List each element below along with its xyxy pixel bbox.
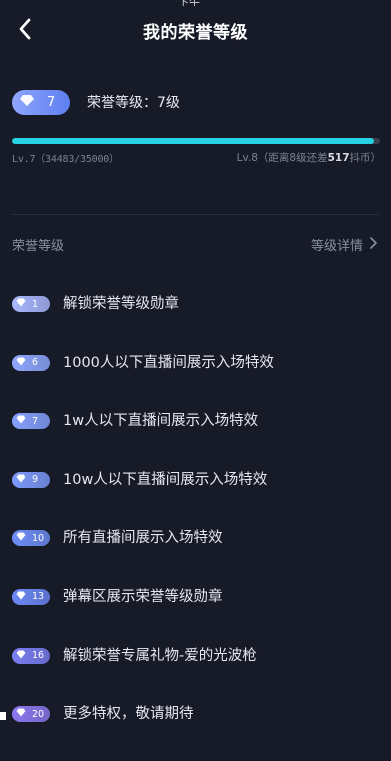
level-badge-number: 20 [32,708,45,720]
privilege-item: 9 10w人以下直播间展示入场特效 [12,468,382,527]
nav-bar: 我的荣誉等级 [0,10,391,54]
privilege-item: 20 更多特权，敬请期待 [12,702,382,761]
progress-next-suffix: 抖币） [349,152,382,164]
level-badge-number: 10 [32,532,45,544]
level-badge-number: 16 [32,650,45,662]
divider [12,214,379,215]
level-detail-link[interactable]: 等级详情 [311,235,377,254]
current-level-label: 荣誉等级：7级 [87,95,180,111]
chevron-right-icon [363,236,377,253]
progress-next-prefix: Lv.8（距离8级还差 [236,152,328,164]
level-progress-fill [12,138,375,144]
privilege-text: 弹幕区展示荣誉等级勋章 [63,588,223,605]
diamond-icon [16,298,26,310]
level-badge: 1 [12,296,50,312]
bottom-edge-mark [0,712,6,720]
progress-remaining-amount: 517 [327,152,350,164]
privilege-item: 13 弹幕区展示荣誉等级勋章 [12,585,382,644]
diamond-icon [16,591,26,603]
diamond-icon [19,94,35,111]
diamond-icon [16,357,26,369]
section-title: 荣誉等级 [12,239,65,254]
section-header: 荣誉等级 等级详情 [12,235,377,255]
progress-next-text: Lv.8（距离8级还差517抖币） [237,150,381,165]
privilege-text: 更多特权，敬请期待 [63,706,194,723]
privilege-text: 1w人以下直播间展示入场特效 [63,413,259,430]
level-badge: 16 [12,647,50,664]
level-badge: 10 [12,530,50,547]
level-badge: 7 [12,413,50,430]
privilege-text: 解锁荣誉专属礼物-爱的光波枪 [63,647,257,664]
page-title: 我的荣誉等级 [143,23,248,43]
level-badge: 6 [12,354,50,371]
progress-current-text: Lv.7（34483/35000） [12,154,119,165]
diamond-icon [16,650,26,662]
level-badge-number: 7 [47,94,56,110]
level-progress-bar [12,138,380,144]
privilege-text: 所有直播间展示入场特效 [63,530,223,547]
level-badge-number: 9 [32,474,39,486]
privilege-item: 16 解锁荣誉专属礼物-爱的光波枪 [12,644,382,703]
diamond-icon [16,708,26,720]
level-badge: 13 [12,588,50,605]
current-level-row: 7 荣誉等级：7级 [12,89,180,115]
privilege-item: 1 解锁荣誉等级勋章 [12,292,382,351]
level-badge-number: 13 [32,591,45,603]
level-badge: 7 [12,89,70,115]
diamond-icon [16,474,26,486]
level-badge-number: 7 [32,415,39,427]
diamond-icon [16,415,26,427]
diamond-icon [16,532,26,544]
level-detail-label: 等级详情 [310,239,363,254]
privilege-list: 1 解锁荣誉等级勋章 6 1000人以下直播间展示入场特效 7 1w人以下直播间展示入场特… [12,292,382,761]
privilege-item: 6 1000人以下直播间展示入场特效 [12,351,382,410]
privilege-text: 1000人以下直播间展示入场特效 [63,354,274,371]
level-badge: 9 [12,471,50,488]
status-time-fragment: 下午 [178,0,200,6]
privilege-item: 7 1w人以下直播间展示入场特效 [12,409,382,468]
level-badge-number: 1 [32,298,39,310]
level-badge-number: 6 [32,357,39,369]
privilege-item: 10 所有直播间展示入场特效 [12,526,382,585]
privilege-text: 10w人以下直播间展示入场特效 [63,471,268,488]
privilege-text: 解锁荣誉等级勋章 [63,296,179,312]
status-bar: 下午 [0,0,391,10]
